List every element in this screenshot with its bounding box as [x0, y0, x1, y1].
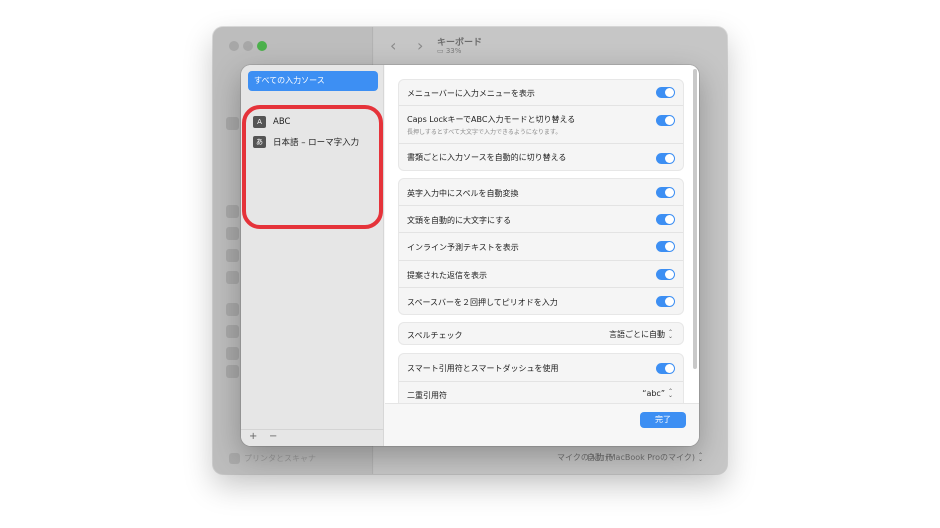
inline-prediction-toggle[interactable] [656, 241, 675, 252]
settings-icon [226, 303, 239, 316]
setting-row: Caps LockキーでABC入力モードと切り替える 長押しするとすべて大文字で… [399, 106, 683, 144]
auto-switch-source-toggle[interactable] [656, 153, 675, 164]
close-button[interactable] [229, 41, 239, 51]
setting-row: 書類ごとに入力ソースを自動的に切り替える [399, 144, 683, 171]
sheet-footer: 完了 [385, 403, 699, 446]
auto-correct-toggle[interactable] [656, 187, 675, 198]
sidebar-item-printers[interactable]: プリンタとスキャナ [229, 453, 316, 464]
text-correction-group: 英字入力中にスペルを自動変換 文頭を自動的に大文字にする インライン予測テキスト… [398, 178, 684, 315]
setting-row: スペースバーを２回押してピリオドを入力 [399, 288, 683, 315]
input-settings-panel: メニューバーに入力メニューを表示 Caps LockキーでABC入力モードと切り… [385, 65, 699, 403]
list-footer: + − [241, 429, 384, 446]
smart-quotes-toggle[interactable] [656, 363, 675, 374]
scrollbar[interactable] [693, 69, 697, 369]
mic-source-select[interactable]: 自動 (MacBook Proのマイク) ⌃ ⌄ [587, 452, 703, 463]
settings-icon [226, 117, 239, 130]
setting-row: 英字入力中にスペルを自動変換 [399, 179, 683, 206]
chevron-updown-icon: ⌃ ⌄ [667, 387, 673, 399]
settings-icon [226, 325, 239, 338]
setting-row: スマート引用符とスマートダッシュを使用 [399, 354, 683, 382]
back-icon[interactable]: ‹ [390, 36, 396, 55]
setting-row: インライン予測テキストを表示 [399, 233, 683, 261]
settings-icon [226, 249, 239, 262]
all-input-sources-item[interactable]: すべての入力ソース [248, 71, 378, 91]
settings-icon [226, 227, 239, 240]
zoom-button[interactable] [257, 41, 267, 51]
forward-icon[interactable]: › [417, 36, 423, 55]
input-menu-group: メニューバーに入力メニューを表示 Caps LockキーでABC入力モードと切り… [398, 79, 684, 171]
spellcheck-label: スペルチェック [407, 331, 463, 340]
battery-status: ▭ 33% [437, 47, 462, 55]
suggested-replies-toggle[interactable] [656, 269, 675, 280]
red-highlight-annotation [242, 105, 383, 229]
setting-row: メニューバーに入力メニューを表示 [399, 80, 683, 106]
settings-icon [226, 347, 239, 360]
caps-lock-switch-toggle[interactable] [656, 115, 675, 126]
input-sources-sheet: すべての入力ソース A ABC あ 日本語 – ローマ字入力 + − メニューバ… [241, 65, 699, 446]
chevron-updown-icon: ⌃ ⌄ [697, 451, 703, 463]
spellcheck-select[interactable]: 言語ごとに自動 ⌃ ⌄ [609, 329, 673, 340]
quotes-group: スマート引用符とスマートダッシュを使用 二重引用符 “abc” ⌃ ⌄ [398, 353, 684, 403]
remove-source-button[interactable]: − [269, 431, 277, 442]
window-toolbar: ‹ › キーボード ▭ 33% [213, 27, 727, 65]
settings-icon [226, 365, 239, 378]
double-space-period-toggle[interactable] [656, 296, 675, 307]
minimize-button[interactable] [243, 41, 253, 51]
input-source-list: すべての入力ソース A ABC あ 日本語 – ローマ字入力 + − [241, 65, 384, 446]
setting-row: 二重引用符 “abc” ⌃ ⌄ [407, 387, 673, 400]
chevron-updown-icon: ⌃ ⌄ [667, 328, 673, 340]
show-input-menu-toggle[interactable] [656, 87, 675, 98]
settings-icon [226, 271, 239, 284]
auto-capitalize-toggle[interactable] [656, 214, 675, 225]
settings-icon [226, 205, 239, 218]
done-button[interactable]: 完了 [640, 412, 686, 428]
setting-row: 提案された返信を表示 [399, 261, 683, 288]
double-quotes-select[interactable]: “abc” ⌃ ⌄ [642, 387, 673, 399]
spellcheck-group: スペルチェック 言語ごとに自動 ⌃ ⌄ [398, 322, 684, 345]
printer-icon [229, 453, 240, 464]
setting-row: 文頭を自動的に大文字にする [399, 206, 683, 233]
add-source-button[interactable]: + [249, 431, 257, 442]
